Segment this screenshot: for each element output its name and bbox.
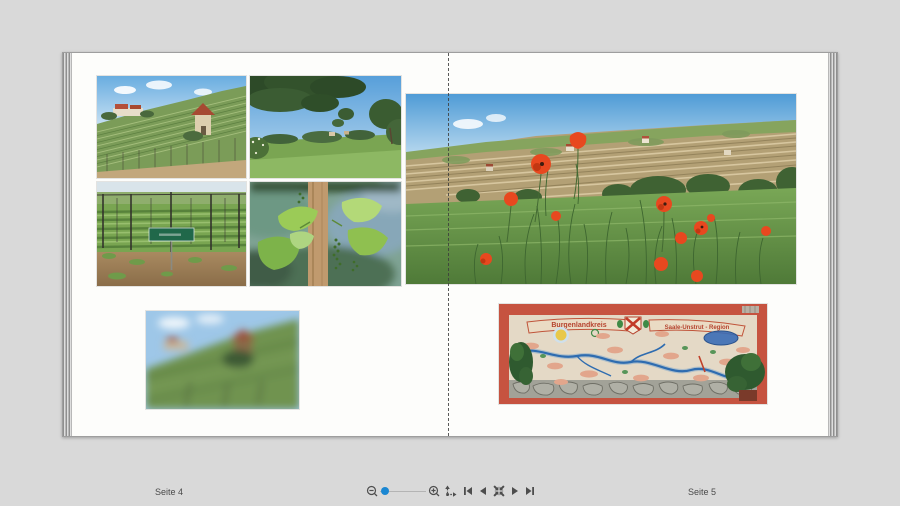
vineyard-hill-image <box>97 76 246 178</box>
zoom-slider-thumb[interactable] <box>381 487 389 495</box>
book-spread: Burgenlandkreis Saale-Unstrut - Region <box>62 52 838 437</box>
photo-grape-leaves[interactable] <box>249 181 402 287</box>
photo-wall-mural-map[interactable]: Burgenlandkreis Saale-Unstrut - Region <box>498 303 768 405</box>
fit-view-icon[interactable] <box>493 485 505 497</box>
zoom-out-icon[interactable] <box>366 485 378 498</box>
page-stack-edge-right <box>828 53 837 436</box>
photo-blurred-vineyard[interactable] <box>145 310 300 410</box>
next-page-icon[interactable] <box>511 486 519 496</box>
page-number-left: Seite 4 <box>155 487 184 497</box>
banner-right-text: Saale-Unstrut - Region <box>665 325 730 331</box>
photobook-viewer: Burgenlandkreis Saale-Unstrut - Region S… <box>0 0 900 506</box>
zoom-slider[interactable] <box>380 486 426 496</box>
page-number-right: Seite 5 <box>688 487 717 497</box>
stone-wall <box>509 380 757 398</box>
blurred-vineyard-image <box>146 311 299 409</box>
previous-page-icon[interactable] <box>479 486 487 496</box>
photo-vineyard-rows-sign[interactable] <box>96 181 247 287</box>
viewer-toolbar <box>366 483 535 499</box>
grape-leaves-image <box>250 182 401 286</box>
first-page-icon[interactable] <box>463 486 473 496</box>
pan-icon[interactable] <box>444 485 457 498</box>
meadow-image <box>250 76 401 178</box>
vine-rows-image <box>97 182 246 286</box>
poppy-field-image <box>406 94 796 284</box>
photo-meadow-trees[interactable] <box>249 75 402 179</box>
spine-fold-line <box>448 53 449 436</box>
last-page-icon[interactable] <box>525 486 535 496</box>
photo-poppy-field[interactable] <box>405 93 797 285</box>
page-stack-edge-left <box>63 53 72 436</box>
photo-vineyard-hill-castle[interactable] <box>96 75 247 179</box>
mural-image: Burgenlandkreis Saale-Unstrut - Region <box>499 304 767 404</box>
zoom-in-icon[interactable] <box>428 485 440 498</box>
